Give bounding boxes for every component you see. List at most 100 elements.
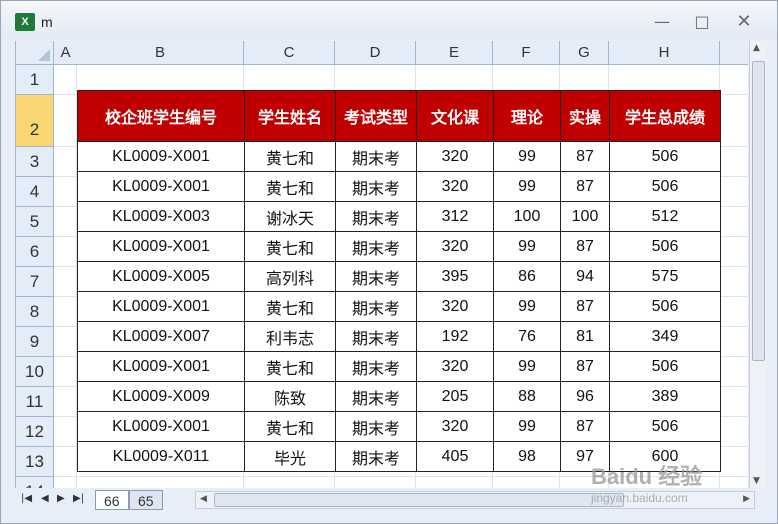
column-header-b[interactable]: B (77, 41, 244, 65)
table-cell[interactable]: 405 (416, 441, 494, 472)
table-cell[interactable]: 陈致 (244, 381, 336, 412)
table-cell[interactable]: 96 (560, 381, 610, 412)
spreadsheet-grid[interactable]: ABCDEFGH 1234567891011121314 校企班学生编号学生姓名… (15, 41, 748, 488)
close-icon[interactable]: ✕ (731, 13, 757, 33)
table-cell[interactable]: 320 (416, 231, 494, 262)
minimize-icon[interactable]: — (649, 13, 675, 33)
table-cell[interactable]: 87 (560, 411, 610, 442)
table-cell[interactable]: 575 (609, 261, 721, 292)
column-header-h[interactable]: H (609, 41, 720, 65)
scroll-down-icon[interactable]: ▼ (753, 476, 760, 486)
table-cell[interactable]: 期末考 (335, 201, 417, 232)
table-header-cell[interactable]: 校企班学生编号 (77, 90, 245, 142)
table-cell[interactable]: 黄七和 (244, 171, 336, 202)
table-cell[interactable]: 88 (493, 381, 561, 412)
table-cell[interactable]: KL0009-X003 (77, 201, 245, 232)
row-header-3[interactable]: 3 (16, 147, 54, 177)
column-header-c[interactable]: C (244, 41, 335, 65)
row-header-6[interactable]: 6 (16, 237, 54, 267)
table-header-cell[interactable]: 学生姓名 (244, 90, 336, 142)
maximize-icon[interactable]: □ (689, 13, 715, 33)
row-header-4[interactable]: 4 (16, 177, 54, 207)
table-cell[interactable]: 320 (416, 171, 494, 202)
table-cell[interactable]: 76 (493, 321, 561, 352)
table-cell[interactable]: 320 (416, 411, 494, 442)
table-cell[interactable]: 高列科 (244, 261, 336, 292)
table-cell[interactable]: 黄七和 (244, 351, 336, 382)
row-header-7[interactable]: 7 (16, 267, 54, 297)
table-cell[interactable]: 期末考 (335, 261, 417, 292)
prev-sheet-icon[interactable]: ◀ (41, 493, 49, 504)
table-cell[interactable]: 利韦志 (244, 321, 336, 352)
scroll-right-icon[interactable]: ▶ (743, 494, 750, 504)
table-cell[interactable]: 100 (560, 201, 610, 232)
column-header-e[interactable]: E (416, 41, 493, 65)
column-header-g[interactable]: G (560, 41, 609, 65)
table-cell[interactable]: 192 (416, 321, 494, 352)
row-header-14[interactable]: 14 (16, 477, 54, 488)
table-cell[interactable]: 谢冰天 (244, 201, 336, 232)
column-header-a[interactable]: A (54, 41, 78, 65)
table-cell[interactable]: 黄七和 (244, 141, 336, 172)
row-header-10[interactable]: 10 (16, 357, 54, 387)
table-cell[interactable]: KL0009-X001 (77, 141, 245, 172)
table-cell[interactable]: 黄七和 (244, 411, 336, 442)
table-cell[interactable]: 98 (493, 441, 561, 472)
table-cell[interactable]: KL0009-X011 (77, 441, 245, 472)
table-cell[interactable]: 期末考 (335, 351, 417, 382)
column-header-blank[interactable] (720, 41, 748, 65)
row-header-5[interactable]: 5 (16, 207, 54, 237)
table-cell[interactable]: 395 (416, 261, 494, 292)
column-header-d[interactable]: D (335, 41, 416, 65)
row-header-12[interactable]: 12 (16, 417, 54, 447)
next-sheet-icon[interactable]: ▶ (57, 493, 65, 504)
row-header-9[interactable]: 9 (16, 327, 54, 357)
table-cell[interactable]: 期末考 (335, 411, 417, 442)
table-header-cell[interactable]: 理论 (493, 90, 561, 142)
row-header-11[interactable]: 11 (16, 387, 54, 417)
table-cell[interactable]: 87 (560, 171, 610, 202)
row-header-1[interactable]: 1 (16, 65, 54, 95)
table-cell[interactable]: 506 (609, 291, 721, 322)
table-cell[interactable]: 506 (609, 141, 721, 172)
table-header-cell[interactable]: 文化课 (416, 90, 494, 142)
table-cell[interactable]: 87 (560, 351, 610, 382)
table-cell[interactable]: 349 (609, 321, 721, 352)
table-cell[interactable]: 506 (609, 351, 721, 382)
table-cell[interactable]: 期末考 (335, 321, 417, 352)
table-cell[interactable]: 99 (493, 231, 561, 262)
table-cell[interactable]: 86 (493, 261, 561, 292)
table-header-cell[interactable]: 考试类型 (335, 90, 417, 142)
table-cell[interactable]: KL0009-X005 (77, 261, 245, 292)
table-cell[interactable]: 320 (416, 351, 494, 382)
last-sheet-icon[interactable]: ▶| (73, 493, 84, 504)
table-cell[interactable]: KL0009-X009 (77, 381, 245, 412)
row-header-2[interactable]: 2 (16, 95, 54, 147)
table-cell[interactable]: KL0009-X001 (77, 231, 245, 262)
table-cell[interactable]: KL0009-X001 (77, 171, 245, 202)
table-cell[interactable]: 506 (609, 231, 721, 262)
table-cell[interactable]: 320 (416, 291, 494, 322)
table-cell[interactable]: 94 (560, 261, 610, 292)
table-cell[interactable]: 期末考 (335, 231, 417, 262)
table-cell[interactable]: 87 (560, 231, 610, 262)
column-header-f[interactable]: F (493, 41, 560, 65)
sheet-tab-65[interactable]: 65 (129, 490, 163, 510)
table-cell[interactable]: 99 (493, 351, 561, 382)
table-cell[interactable]: 506 (609, 171, 721, 202)
table-cell[interactable]: 100 (493, 201, 561, 232)
sheet-tab-66[interactable]: 66 (95, 490, 129, 510)
table-cell[interactable]: 黄七和 (244, 291, 336, 322)
table-cell[interactable]: 99 (493, 411, 561, 442)
table-cell[interactable]: 99 (493, 141, 561, 172)
table-cell[interactable]: 87 (560, 141, 610, 172)
table-cell[interactable]: 黄七和 (244, 231, 336, 262)
table-cell[interactable]: 87 (560, 291, 610, 322)
table-cell[interactable]: 期末考 (335, 171, 417, 202)
table-cell[interactable]: 期末考 (335, 381, 417, 412)
table-cell[interactable]: 期末考 (335, 441, 417, 472)
table-cell[interactable]: 毕光 (244, 441, 336, 472)
table-cell[interactable]: KL0009-X001 (77, 411, 245, 442)
table-cell[interactable]: KL0009-X001 (77, 291, 245, 322)
table-cell[interactable]: 99 (493, 171, 561, 202)
